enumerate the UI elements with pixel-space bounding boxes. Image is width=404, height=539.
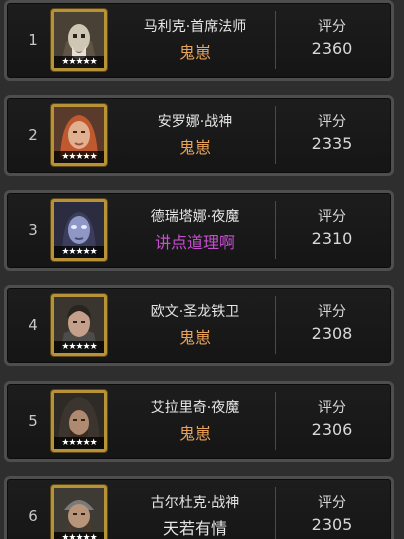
star-rating-icon: ★★★★★ [54,532,104,539]
blue-skinned-demon-portrait[interactable]: ★★★★★ [51,199,107,261]
column-divider [275,201,276,259]
score-value: 2308 [311,324,353,343]
hero-name: 德瑞塔娜·夜魔 [150,209,240,225]
guild-name: 鬼崽 [178,138,211,157]
dark-haired-knight-portrait[interactable]: ★★★★★ [51,294,107,356]
leaderboard-list: 1 ★★★★★ 马利克·首席法师 鬼崽 评分 2360 2 ★★★★★ 安罗娜·战神 鬼崽 评分 23… [0,0,404,539]
leaderboard-row[interactable]: 3 ★★★★★ 德瑞塔娜·夜魔 讲点道理啊 评分 2310 [4,190,394,271]
bald-skull-hero-portrait[interactable]: ★★★★★ [51,9,107,71]
guild-name: 鬼崽 [178,43,211,62]
guild-name: 鬼崽 [178,424,211,443]
score-label: 评分 [318,209,346,225]
hero-name: 古尔杜克·战神 [150,495,240,511]
leaderboard-row[interactable]: 2 ★★★★★ 安罗娜·战神 鬼崽 评分 2335 [4,95,394,176]
rank-number: 5 [28,412,38,430]
column-divider [275,487,276,539]
hero-name: 安罗娜·战神 [157,114,233,130]
rank-number: 4 [28,316,38,334]
score-value: 2310 [311,229,353,248]
hero-name: 马利克·首席法师 [143,19,247,35]
rank-number: 2 [28,126,38,144]
star-rating-icon: ★★★★★ [54,151,104,163]
star-rating-icon: ★★★★★ [54,437,104,449]
score-value: 2305 [311,515,353,534]
score-label: 评分 [318,19,346,35]
column-divider [275,11,276,69]
guild-name: 鬼崽 [178,328,211,347]
bearded-dwarf-portrait[interactable]: ★★★★★ [51,485,107,539]
leaderboard-row[interactable]: 6 ★★★★★ 古尔杜克·战神 天若有情 评分 2305 [4,476,394,539]
leaderboard-row[interactable]: 1 ★★★★★ 马利克·首席法师 鬼崽 评分 2360 [4,0,394,81]
star-rating-icon: ★★★★★ [54,246,104,258]
score-value: 2360 [311,39,353,58]
score-label: 评分 [318,495,346,511]
red-haired-warrior-portrait[interactable]: ★★★★★ [51,104,107,166]
score-value: 2335 [311,134,353,153]
star-rating-icon: ★★★★★ [54,341,104,353]
guild-name: 天若有情 [162,519,227,538]
star-rating-icon: ★★★★★ [54,56,104,68]
score-value: 2306 [311,420,353,439]
column-divider [275,296,276,354]
hero-name: 欧文·圣龙铁卫 [150,304,240,320]
rank-number: 3 [28,221,38,239]
column-divider [275,392,276,450]
score-label: 评分 [318,400,346,416]
hooded-rogue-portrait[interactable]: ★★★★★ [51,390,107,452]
leaderboard-row[interactable]: 4 ★★★★★ 欧文·圣龙铁卫 鬼崽 评分 2308 [4,285,394,366]
score-label: 评分 [318,114,346,130]
guild-name: 讲点道理啊 [154,233,235,252]
leaderboard-row[interactable]: 5 ★★★★★ 艾拉里奇·夜魔 鬼崽 评分 2306 [4,381,394,462]
column-divider [275,106,276,164]
rank-number: 1 [28,31,38,49]
score-label: 评分 [318,304,346,320]
rank-number: 6 [28,507,38,525]
hero-name: 艾拉里奇·夜魔 [150,400,240,416]
